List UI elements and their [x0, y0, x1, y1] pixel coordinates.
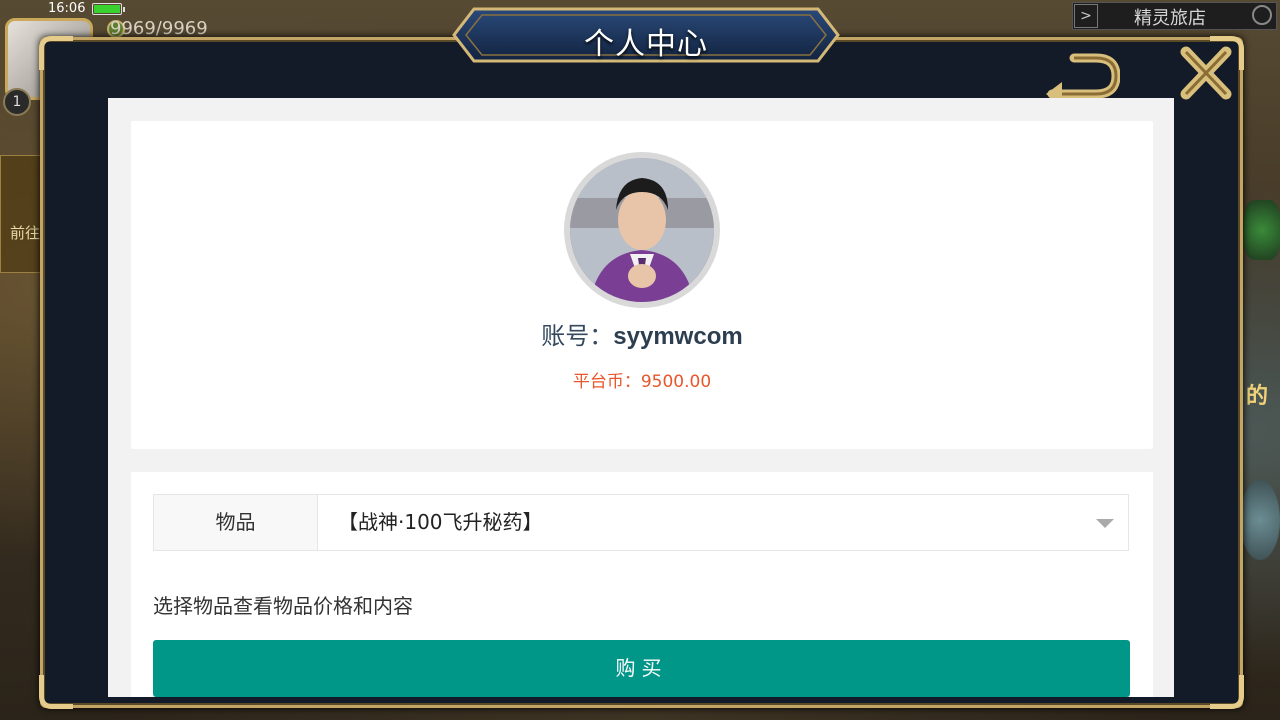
- frame-corner: [1210, 675, 1244, 709]
- selected-item: 【战神·100飞升秘药】: [338, 510, 543, 534]
- title-plate: 个人中心: [452, 7, 840, 63]
- battery-icon: [92, 3, 125, 15]
- avatar: [564, 152, 720, 308]
- quest-panel[interactable]: [0, 155, 44, 273]
- modal-content: 账号：syymwcom 平台币：9500.00 物品 【战神·100飞升秘药】 …: [108, 98, 1174, 697]
- avatar-portrait: [570, 158, 714, 302]
- back-button[interactable]: [1044, 50, 1121, 106]
- chevron-down-icon: [1096, 519, 1114, 528]
- side-orb-icon: [1244, 200, 1280, 260]
- expand-arrow-icon[interactable]: >: [1074, 4, 1098, 28]
- side-medallion-icon: [1240, 480, 1280, 560]
- quest-text: 前往: [10, 224, 41, 242]
- item-label: 物品: [154, 495, 318, 550]
- side-text: 的: [1246, 384, 1269, 409]
- status-time: 16:06: [48, 1, 86, 16]
- account-label: 账号：: [541, 322, 614, 350]
- platform-coin-line: 平台币：9500.00: [131, 367, 1153, 392]
- shop-label: 精灵旅店: [1134, 8, 1206, 29]
- close-x-icon: [1180, 46, 1232, 100]
- profile-card: 账号：syymwcom 平台币：9500.00: [131, 121, 1153, 449]
- buy-button[interactable]: 购买: [153, 640, 1130, 697]
- close-button[interactable]: [1178, 46, 1234, 100]
- account-line: 账号：syymwcom: [131, 316, 1153, 351]
- hp-counter: 9969/9969: [110, 18, 208, 39]
- modal-title: 个人中心: [584, 27, 708, 62]
- purchase-card: 物品 【战神·100飞升秘药】 选择物品查看物品价格和内容 购买: [131, 472, 1153, 697]
- return-arrow-icon: [1046, 53, 1121, 106]
- item-select[interactable]: 【战神·100飞升秘药】: [318, 495, 1128, 550]
- level-badge: 1: [3, 88, 31, 116]
- frame-corner: [39, 36, 73, 70]
- battery-fill: [94, 5, 120, 13]
- item-select-row: 物品 【战神·100飞升秘药】: [153, 494, 1129, 551]
- search-icon[interactable]: [1252, 5, 1272, 25]
- avatar-image: [570, 158, 714, 302]
- coin-label: 平台币：: [572, 372, 641, 392]
- coin-value: 9500.00: [640, 372, 712, 392]
- hint-text: 选择物品查看物品价格和内容: [153, 594, 413, 618]
- account-value: syymwcom: [613, 323, 743, 350]
- frame-corner: [39, 675, 73, 709]
